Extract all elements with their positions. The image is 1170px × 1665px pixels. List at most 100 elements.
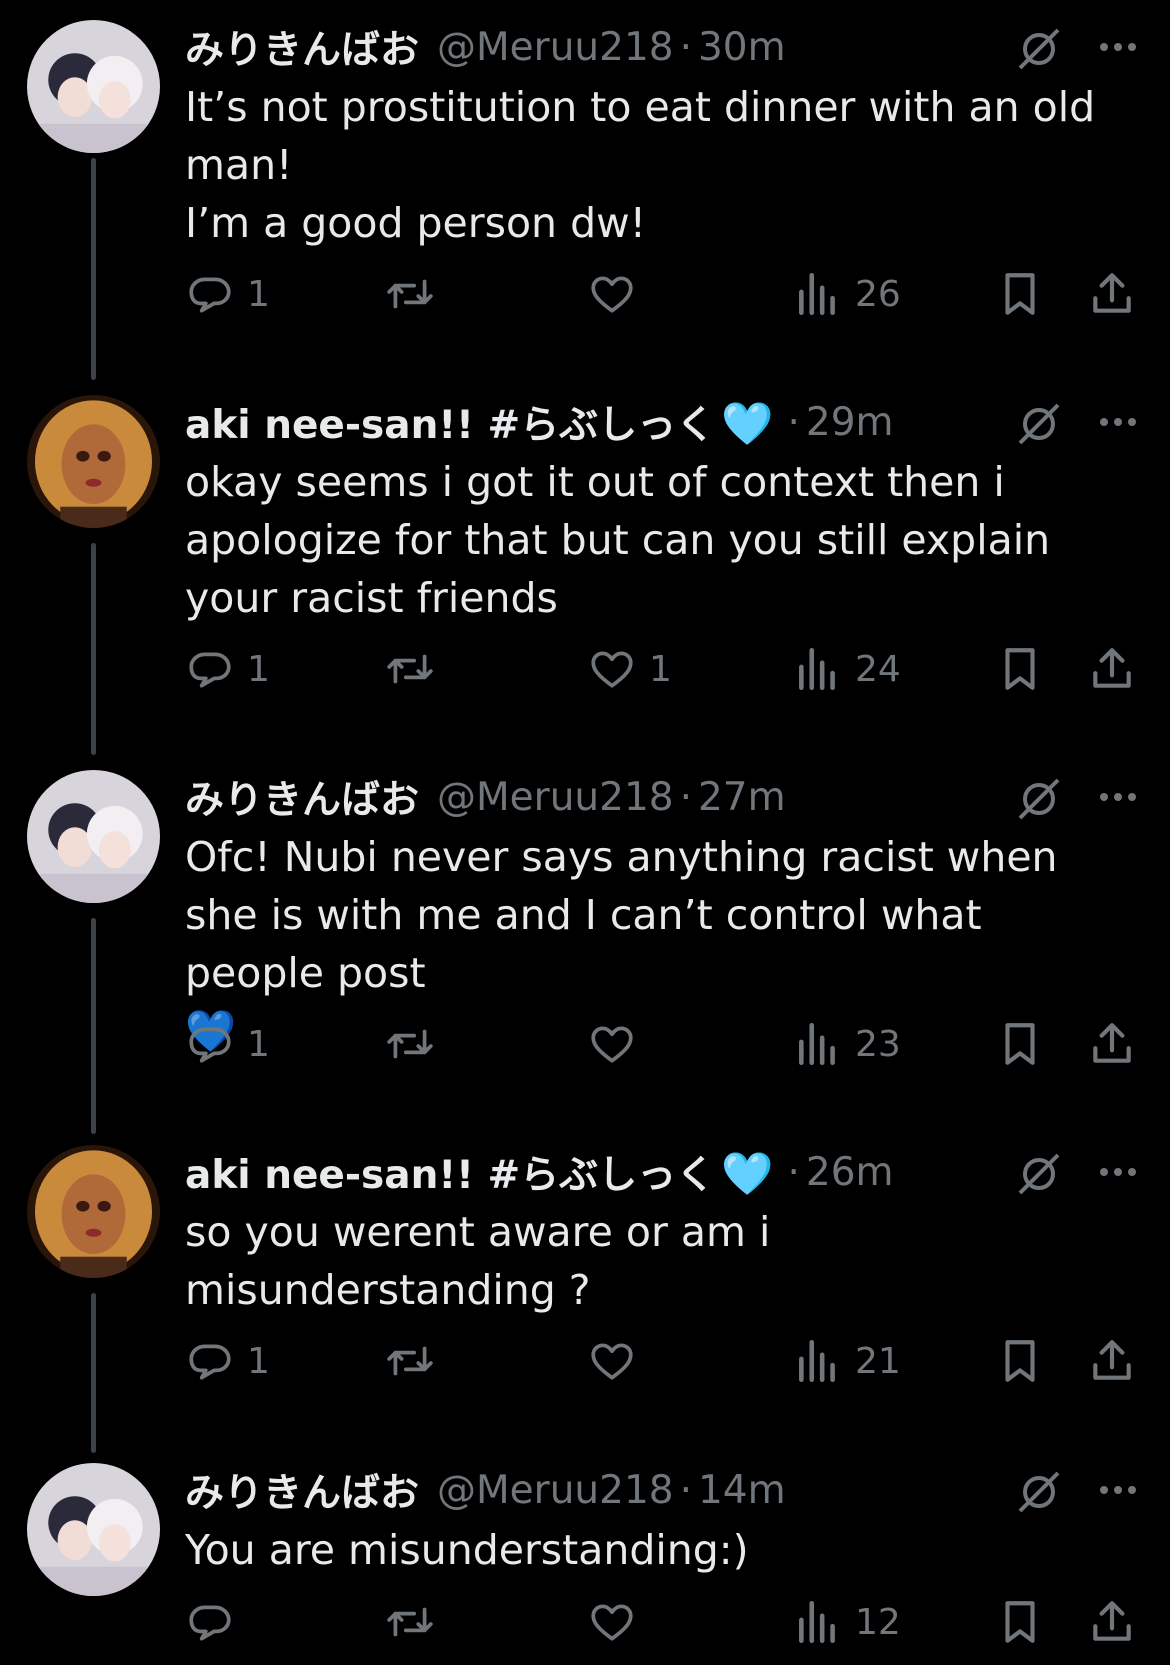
reply-button[interactable]: 1 [185,264,270,324]
grok-icon[interactable] [1014,774,1064,824]
bookmark-button[interactable] [995,1331,1045,1391]
like-icon [591,276,633,313]
avatar[interactable] [27,1463,160,1596]
share-button[interactable] [1087,1331,1137,1391]
tweet-header: aki nee-san!! #らぶしっく 🩵 · 26m [185,1145,894,1199]
timestamp[interactable]: 27m [698,775,786,820]
like-icon [591,1343,633,1380]
tweet-header: みりきんばお @Meruu218 · 14m [185,1463,786,1517]
more-icon[interactable] [1094,399,1142,445]
reply-button[interactable] [185,1592,247,1652]
retweet-button[interactable] [385,1331,447,1391]
tweet-text-line: apologize for that but can you still exp… [185,516,1051,564]
bookmark-icon [1005,1601,1035,1643]
share-icon [1093,1023,1131,1063]
tweet-text-fragment: people post [185,949,426,997]
share-button[interactable] [1087,1592,1137,1652]
more-icon[interactable] [1094,1467,1142,1513]
reply-icon [189,1027,231,1063]
bookmark-button[interactable] [995,1592,1045,1652]
author-name[interactable]: みりきんばお [185,19,419,75]
retweet-icon [387,1029,433,1059]
views-icon [799,272,835,316]
avatar[interactable] [27,1145,160,1278]
tweet-text-line: man! [185,141,293,189]
timestamp[interactable]: 30m [698,25,786,70]
timestamp[interactable]: 14m [698,1468,786,1513]
retweet-button[interactable] [385,264,447,324]
retweet-button[interactable] [385,1014,447,1074]
share-button[interactable] [1087,639,1137,699]
bookmark-icon [1005,273,1035,315]
timestamp[interactable]: 29m [806,400,894,445]
more-icon[interactable] [1094,774,1142,820]
share-button[interactable] [1087,264,1137,324]
bookmark-button[interactable] [995,264,1045,324]
retweet-button[interactable] [385,639,447,699]
bookmark-icon [1005,1340,1035,1382]
views-button[interactable]: 12 [793,1592,901,1652]
thread-line [91,158,96,380]
grok-icon[interactable] [1014,1149,1064,1199]
views-button[interactable]: 21 [793,1331,901,1391]
like-button[interactable] [587,264,649,324]
author-name[interactable]: aki nee-san!! #らぶしっく 🩵 [185,1144,773,1200]
reply-count: 1 [247,1023,270,1065]
grok-icon[interactable] [1014,1467,1064,1517]
tweet-text-line: It’s not prostitution to eat dinner with… [185,83,1096,131]
bookmark-button[interactable] [995,639,1045,699]
views-button[interactable]: 23 [793,1014,901,1074]
tweet-text: okay seems i got it out of context then … [185,453,1105,627]
share-icon [1093,1601,1131,1641]
avatar[interactable] [27,20,160,153]
share-button[interactable] [1087,1014,1137,1074]
share-icon [1093,273,1131,313]
author-name-text: aki nee-san!! #らぶしっく [185,403,716,448]
author-name[interactable]: みりきんばお [185,1462,419,1518]
like-button[interactable] [587,1014,649,1074]
views-count: 12 [855,1601,901,1643]
separator: · [787,399,800,445]
author-handle[interactable]: @Meruu218 [437,25,674,70]
retweet-icon [387,1346,433,1376]
reply-count: 1 [247,273,270,315]
thread-line [91,1293,96,1453]
thread-line [91,543,96,755]
tweet-header: みりきんばお @Meruu218 · 30m [185,20,786,74]
more-icon[interactable] [1094,24,1142,70]
share-icon [1093,1340,1131,1380]
author-handle[interactable]: @Meruu218 [437,1468,674,1513]
avatar[interactable] [27,395,160,528]
author-emoji: 🩵 [721,399,774,448]
views-button[interactable]: 24 [793,639,901,699]
tweet-text-line: your racist friends [185,574,558,622]
tweet-text: so you werent aware or am i misunderstan… [185,1203,1105,1319]
grok-icon[interactable] [1014,24,1064,74]
action-bar: 12 [185,1592,1145,1652]
action-bar: 1 26 [185,264,1145,324]
bookmark-button[interactable] [995,1014,1045,1074]
avatar[interactable] [27,770,160,903]
like-button[interactable] [587,1331,649,1391]
views-icon [799,1600,835,1644]
tweet-header: aki nee-san!! #らぶしっく 🩵 · 29m [185,395,894,449]
retweet-icon [387,654,433,684]
reply-button[interactable]: 1 [185,1014,270,1074]
timestamp[interactable]: 26m [806,1150,894,1195]
like-button[interactable]: 1 [587,639,672,699]
reply-button[interactable]: 1 [185,639,270,699]
reply-icon [189,277,231,313]
author-name[interactable]: みりきんばお [185,769,419,825]
like-button[interactable] [587,1592,649,1652]
views-icon [799,1022,835,1066]
author-emoji: 🩵 [721,1149,774,1198]
more-icon[interactable] [1094,1149,1142,1195]
like-icon [591,651,633,688]
reply-button[interactable]: 1 [185,1331,270,1391]
thread-line [91,918,96,1134]
views-button[interactable]: 26 [793,264,901,324]
author-handle[interactable]: @Meruu218 [437,775,674,820]
grok-icon[interactable] [1014,399,1064,449]
author-name[interactable]: aki nee-san!! #らぶしっく 🩵 [185,394,773,450]
retweet-button[interactable] [385,1592,447,1652]
